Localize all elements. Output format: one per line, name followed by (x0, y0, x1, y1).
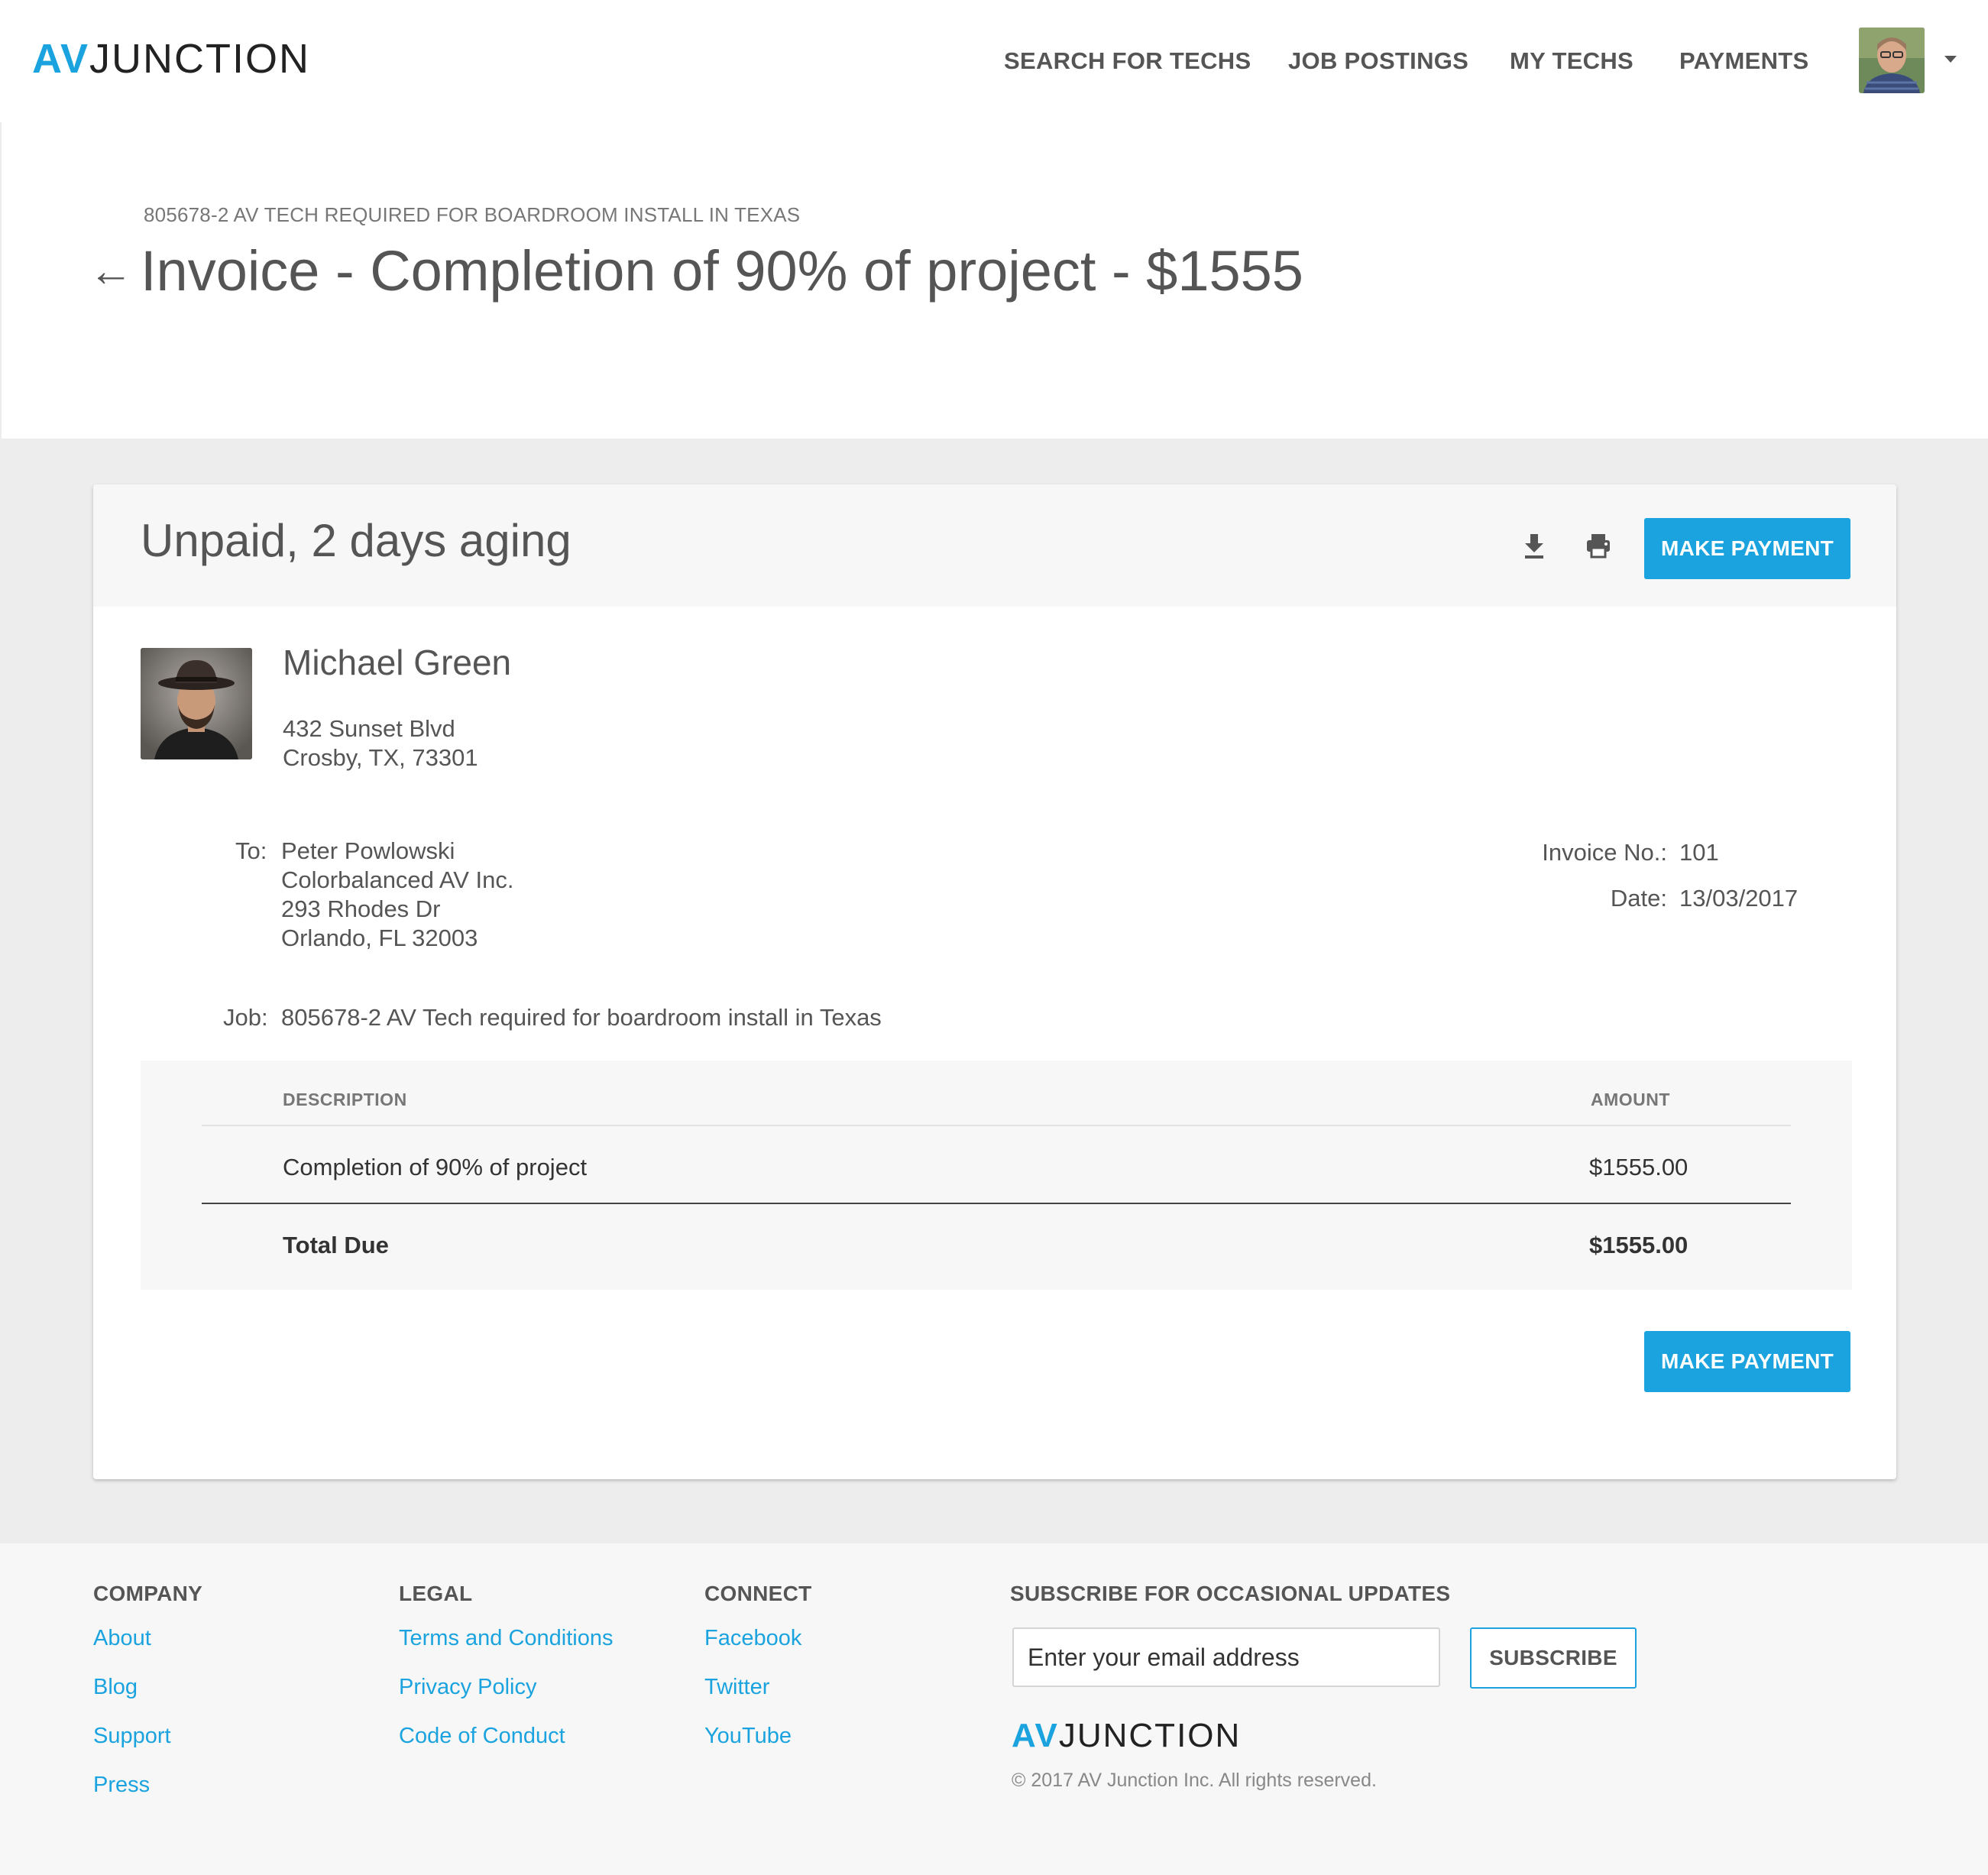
subscribe-button[interactable]: SUBSCRIBE (1470, 1627, 1637, 1689)
footer-link-about[interactable]: About (93, 1627, 151, 1650)
client-company: Colorbalanced AV Inc. (281, 866, 514, 893)
footer-link-support[interactable]: Support (93, 1725, 171, 1747)
back-arrow-icon[interactable]: ← (89, 249, 133, 293)
nav-my-techs[interactable]: MY TECHS (1510, 49, 1633, 73)
line-items-table: DESCRIPTION AMOUNT Completion of 90% of … (141, 1061, 1852, 1290)
table-header-amount: AMOUNT (1591, 1090, 1670, 1109)
footer-link-conduct[interactable]: Code of Conduct (399, 1725, 565, 1747)
footer (0, 1543, 1988, 1875)
invoice-card: Unpaid, 2 days aging MAKE PAYMENT Michae… (93, 484, 1896, 1479)
client-address-line1: 293 Rhodes Dr (281, 895, 441, 922)
tech-name: Michael Green (283, 643, 512, 682)
user-avatar[interactable] (1859, 28, 1925, 93)
page-title: Invoice - Completion of 90% of project -… (141, 239, 1303, 303)
email-input[interactable] (1012, 1627, 1440, 1687)
make-payment-button-top[interactable]: MAKE PAYMENT (1644, 518, 1850, 579)
to-label: To: (235, 837, 267, 864)
table-header-description: DESCRIPTION (283, 1090, 407, 1109)
footer-heading-legal: LEGAL (399, 1582, 473, 1605)
line-item-description: Completion of 90% of project (283, 1154, 588, 1180)
invoice-number-label: Invoice No.: (1542, 839, 1667, 866)
invoice-card-header: Unpaid, 2 days aging MAKE PAYMENT (93, 484, 1896, 607)
total-due-label: Total Due (283, 1232, 389, 1258)
invoice-date: 13/03/2017 (1679, 885, 1799, 912)
copyright-text: © 2017 AV Junction Inc. All rights reser… (1012, 1770, 1377, 1791)
nav-job-postings[interactable]: JOB POSTINGS (1288, 49, 1468, 73)
tech-address-line2: Crosby, TX, 73301 (283, 744, 478, 771)
breadcrumb[interactable]: 805678-2 AV TECH REQUIRED FOR BOARDROOM … (144, 205, 800, 225)
footer-brand-logo[interactable]: AVJUNCTION (1012, 1719, 1241, 1753)
footer-link-press[interactable]: Press (93, 1774, 150, 1796)
job-label: Job: (223, 1004, 268, 1031)
tech-photo (141, 648, 252, 759)
footer-link-facebook[interactable]: Facebook (704, 1627, 801, 1650)
line-item-amount: $1555.00 (1589, 1154, 1689, 1180)
invoice-status: Unpaid, 2 days aging (141, 515, 571, 566)
client-name: Peter Powlowski (281, 837, 455, 864)
print-icon[interactable] (1580, 527, 1617, 564)
make-payment-button-bottom[interactable]: MAKE PAYMENT (1644, 1331, 1850, 1392)
footer-link-twitter[interactable]: Twitter (704, 1676, 769, 1699)
footer-link-privacy[interactable]: Privacy Policy (399, 1676, 537, 1699)
footer-heading-company: COMPANY (93, 1582, 203, 1605)
brand-logo[interactable]: AVJUNCTION (32, 38, 310, 79)
footer-link-youtube[interactable]: YouTube (704, 1725, 792, 1747)
nav-search-for-techs[interactable]: SEARCH FOR TECHS (1004, 49, 1251, 73)
footer-link-terms[interactable]: Terms and Conditions (399, 1627, 613, 1650)
total-divider (202, 1203, 1791, 1204)
footer-heading-connect: CONNECT (704, 1582, 812, 1605)
header-divider (202, 1125, 1791, 1126)
client-address-line2: Orlando, FL 32003 (281, 925, 478, 951)
total-due-amount: $1555.00 (1589, 1232, 1689, 1258)
download-icon[interactable] (1516, 527, 1553, 564)
invoice-date-label: Date: (1610, 885, 1667, 912)
nav-payments[interactable]: PAYMENTS (1679, 49, 1809, 73)
top-navbar: AVJUNCTION SEARCH FOR TECHS JOB POSTINGS… (0, 0, 1988, 122)
invoice-number: 101 (1679, 839, 1719, 866)
footer-link-blog[interactable]: Blog (93, 1676, 138, 1699)
tech-address-line1: 432 Sunset Blvd (283, 715, 455, 742)
caret-down-icon[interactable] (1944, 56, 1957, 63)
footer-heading-subscribe: SUBSCRIBE FOR OCCASIONAL UPDATES (1010, 1582, 1451, 1605)
job-title: 805678-2 AV Tech required for boardroom … (281, 1004, 882, 1031)
